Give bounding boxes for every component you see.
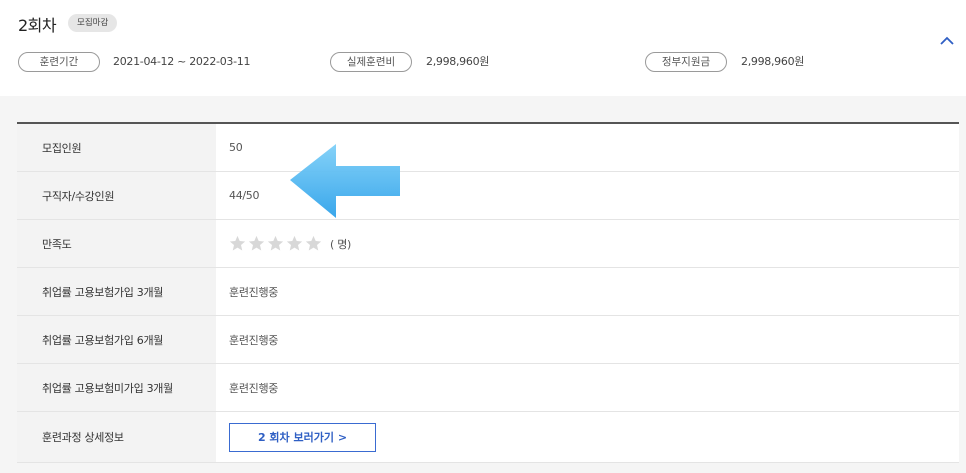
row-label: 훈련과정 상세정보 <box>17 412 216 462</box>
row-value: 훈련진행중 <box>216 316 959 363</box>
collapse-button[interactable] <box>936 32 958 50</box>
session-details-table: 모집인원 50 구직자/수강인원 44/50 만족도 ( 명) 취업률 고용보험… <box>17 122 959 463</box>
row-value: 훈련진행중 <box>216 268 959 315</box>
training-period-label: 훈련기간 <box>18 52 100 72</box>
table-row-recruit-count: 모집인원 50 <box>17 124 959 172</box>
table-row-employment-insured-6m: 취업률 고용보험가입 6개월 훈련진행중 <box>17 316 959 364</box>
row-label: 취업률 고용보험가입 3개월 <box>17 268 216 315</box>
star-icon <box>286 235 303 251</box>
star-icon <box>229 235 246 251</box>
star-icon <box>267 235 284 251</box>
row-value: ( 명) <box>216 220 959 267</box>
view-session-button[interactable]: 2 회차 보러가기 > <box>229 422 376 452</box>
session-title: 2회차 <box>18 16 57 35</box>
row-value: 50 <box>216 124 959 171</box>
row-value: 2 회차 보러가기 > <box>216 412 959 462</box>
status-badge: 모집마감 <box>68 14 118 32</box>
table-row-employment-uninsured-3m: 취업률 고용보험미가입 3개월 훈련진행중 <box>17 364 959 412</box>
chevron-up-icon <box>940 36 954 45</box>
session-header: 2회차 모집마감 훈련기간 2021-04-12 ~ 2022-03-11 실제… <box>0 0 966 96</box>
gov-support-value: 2,998,960원 <box>741 55 805 68</box>
table-row-satisfaction: 만족도 ( 명) <box>17 220 959 268</box>
row-label: 모집인원 <box>17 124 216 171</box>
row-label: 취업률 고용보험가입 6개월 <box>17 316 216 363</box>
satisfaction-stars: ( 명) <box>229 235 351 252</box>
table-row-course-details: 훈련과정 상세정보 2 회차 보러가기 > <box>17 412 959 463</box>
training-period-value: 2021-04-12 ~ 2022-03-11 <box>113 55 251 68</box>
satisfaction-count: ( 명) <box>330 237 351 251</box>
actual-fee-label: 실제훈련비 <box>330 52 412 72</box>
row-value: 훈련진행중 <box>216 364 959 411</box>
row-label: 구직자/수강인원 <box>17 172 216 219</box>
row-label: 취업률 고용보험미가입 3개월 <box>17 364 216 411</box>
actual-fee-value: 2,998,960원 <box>426 55 490 68</box>
star-icon <box>248 235 265 251</box>
table-row-enrollment: 구직자/수강인원 44/50 <box>17 172 959 220</box>
row-label: 만족도 <box>17 220 216 267</box>
star-icon <box>305 235 322 251</box>
table-row-employment-insured-3m: 취업률 고용보험가입 3개월 훈련진행중 <box>17 268 959 316</box>
gov-support-label: 정부지원금 <box>645 52 727 72</box>
row-value: 44/50 <box>216 172 959 219</box>
